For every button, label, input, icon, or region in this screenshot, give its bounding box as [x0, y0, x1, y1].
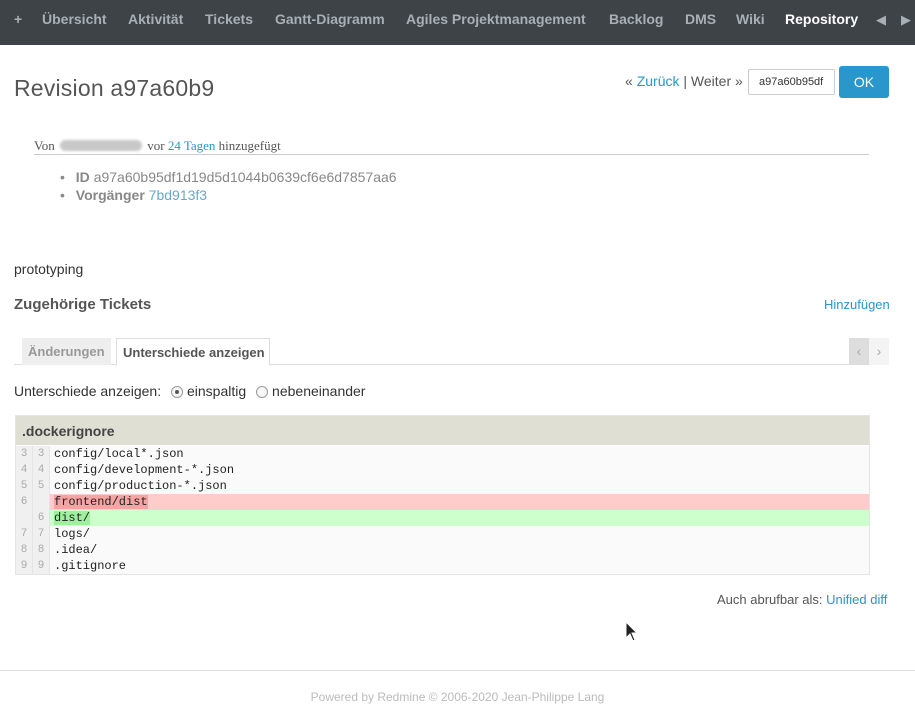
diff-line-text: config/local*.json	[54, 447, 184, 461]
old-line-number: 5	[16, 478, 33, 494]
radio-side-by-side-label[interactable]: nebeneinander	[272, 383, 365, 399]
radio-inline[interactable]	[171, 386, 183, 398]
old-line-number: 3	[16, 446, 33, 462]
diff-line: 5 5 config/production-*.json	[16, 478, 869, 494]
nav-separator: |	[683, 73, 688, 89]
parent-revision-link[interactable]: 7bd913f3	[149, 187, 207, 203]
tab-gantt[interactable]: Gantt-Diagramm	[275, 11, 385, 27]
old-line-number	[16, 510, 33, 526]
diff-line-text: frontend/dist	[54, 495, 148, 509]
diff-line: 6 dist/	[16, 510, 869, 526]
old-line-number: 8	[16, 542, 33, 558]
diff-line: 9 9 .gitignore	[16, 558, 869, 574]
diff-line-text: config/development-*.json	[54, 463, 235, 477]
property-parent: Vorgänger 7bd913f3	[60, 187, 397, 205]
related-tickets-title: Zugehörige Tickets	[14, 296, 152, 313]
new-line-number: 4	[33, 462, 50, 478]
old-line-number: 9	[16, 558, 33, 574]
new-line-number: 5	[33, 478, 50, 494]
revision-properties: ID a97a60b95df1d19d5d1044b0639cf6e6d7857…	[60, 169, 397, 205]
redacted-author	[59, 140, 142, 151]
new-line-number: 7	[33, 526, 50, 542]
next-suffix: »	[735, 73, 743, 89]
diff-line-code: logs/	[54, 526, 90, 542]
scroll-right-icon[interactable]: ▶	[901, 12, 911, 28]
diff-line-code: config/local*.json	[54, 446, 184, 462]
revision-navigation: « Zurück | Weiter »	[625, 73, 743, 89]
footer-divider	[0, 670, 915, 671]
parent-label: Vorgänger	[75, 187, 145, 203]
old-line-number: 6	[16, 494, 33, 510]
mouse-cursor-icon	[625, 621, 639, 642]
new-line-number: 3	[33, 446, 50, 462]
also-available-label: Auch abrufbar als:	[717, 592, 823, 607]
diff-line-code: frontend/dist	[54, 494, 148, 510]
author-suffix: hinzugefügt	[218, 138, 281, 153]
diff-line-text: .gitignore	[54, 559, 127, 573]
author-prefix: Von	[34, 138, 55, 153]
tab-agile[interactable]: Agiles Projektmanagement	[406, 11, 586, 27]
tab-tickets[interactable]: Tickets	[205, 11, 253, 27]
diff-line-text: config/production-*.json	[54, 479, 227, 493]
property-id: ID a97a60b95df1d19d5d1044b0639cf6e6d7857…	[60, 169, 397, 187]
footer: Powered by Redmine © 2006-2020 Jean-Phil…	[310, 690, 605, 704]
diff-line: 8 8 .idea/	[16, 542, 869, 558]
tab-dms[interactable]: DMS	[685, 11, 716, 27]
new-line-number	[33, 494, 50, 510]
tabs-scroll-right-icon[interactable]: ›	[869, 338, 889, 365]
tabs-scroll-left-icon[interactable]: ‹	[849, 338, 869, 365]
diff-line-text: dist/	[54, 511, 91, 525]
next-revision-label: Weiter	[690, 73, 732, 89]
top-menu: + Übersicht Aktivität Tickets Gantt-Diag…	[0, 0, 915, 45]
radio-side-by-side[interactable]	[256, 386, 269, 398]
diff-filename: .dockerignore	[16, 416, 869, 445]
revision-input[interactable]: a97a60b95df	[748, 69, 835, 95]
commit-age-link[interactable]: 24 Tagen	[168, 138, 216, 153]
diff-line-code: .idea/	[54, 542, 97, 558]
unified-diff-link[interactable]: Unified diff	[826, 592, 887, 607]
tab-repository[interactable]: Repository	[785, 11, 858, 27]
new-line-number: 8	[33, 542, 50, 558]
diff-line: 7 7 logs/	[16, 526, 869, 542]
diff-line: 4 4 config/development-*.json	[16, 462, 869, 478]
diff-table: .dockerignore 3 3 config/local*.json 4 4 conf…	[15, 415, 870, 575]
tab-backlog[interactable]: Backlog	[609, 11, 663, 27]
id-label: ID	[75, 169, 90, 185]
diff-line-code: dist/	[54, 510, 91, 526]
tab-changes[interactable]: Änderungen	[22, 338, 111, 365]
prev-prefix: «	[625, 73, 633, 89]
old-line-number: 7	[16, 526, 33, 542]
author-line: Von vor 24 Tagen hinzugefügt	[34, 138, 869, 155]
author-middle: vor	[147, 138, 165, 153]
diff-line: 3 3 config/local*.json	[16, 446, 869, 462]
tab-wiki[interactable]: Wiki	[736, 11, 765, 27]
diff-line-code: config/production-*.json	[54, 478, 227, 494]
previous-revision-link[interactable]: Zurück	[637, 73, 680, 89]
diff-mode-selector: Unterschiede anzeigen: einspaltig nebene…	[14, 383, 365, 399]
new-line-number: 9	[33, 558, 50, 574]
tabs: Änderungen Unterschiede anzeigen ‹ ›	[14, 338, 889, 366]
page-title: Revision a97a60b9	[14, 75, 215, 101]
radio-inline-label[interactable]: einspaltig	[187, 383, 246, 399]
diff-line: 6 frontend/dist	[16, 494, 869, 510]
diff-line-code: .gitignore	[54, 558, 126, 574]
diff-line-text: logs/	[54, 527, 91, 541]
also-available: Auch abrufbar als: Unified diff	[717, 592, 887, 607]
ok-button[interactable]: OK	[839, 66, 889, 98]
diff-line-code: config/development-*.json	[54, 462, 234, 478]
diff-mode-label: Unterschiede anzeigen:	[14, 383, 162, 399]
new-object-button[interactable]: +	[14, 11, 22, 27]
tab-overview[interactable]: Übersicht	[42, 11, 107, 27]
add-related-ticket-link[interactable]: Hinzufügen	[824, 297, 890, 312]
tab-activity[interactable]: Aktivität	[128, 11, 183, 27]
new-line-number: 6	[33, 510, 50, 526]
old-line-number: 4	[16, 462, 33, 478]
commit-message: prototyping	[14, 261, 84, 277]
scroll-left-icon[interactable]: ◀	[876, 12, 886, 28]
diff-line-text: .idea/	[54, 543, 98, 557]
id-value: a97a60b95df1d19d5d1044b0639cf6e6d7857aa6	[93, 169, 397, 185]
tab-diff[interactable]: Unterschiede anzeigen	[116, 338, 270, 366]
